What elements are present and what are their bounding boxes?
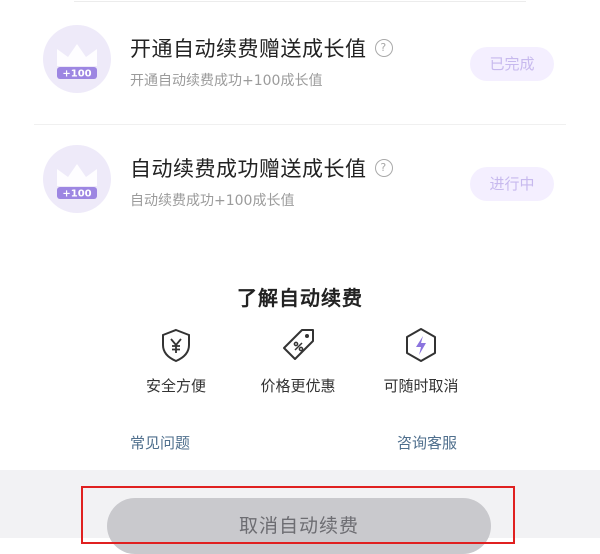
crown-badge-icon: +100	[43, 25, 111, 93]
status-badge-in-progress: 进行中	[470, 167, 554, 201]
task-row-auto-renew-success: +100 自动续费成功赠送成长值 ? 自动续费成功+100成长值 进行中	[34, 123, 566, 241]
shield-yen-icon	[162, 328, 190, 363]
highlight-box	[81, 486, 515, 544]
price-tag-icon	[283, 329, 314, 360]
customer-service-link[interactable]: 咨询客服	[397, 432, 457, 453]
badge-value: +100	[62, 189, 91, 200]
task-title: 开通自动续费赠送成长值 ?	[130, 33, 393, 63]
lightning-hexagon-icon	[406, 328, 436, 362]
divider	[74, 1, 526, 2]
feature-label: 可随时取消	[383, 377, 459, 395]
task-title-text: 开通自动续费赠送成长值	[130, 37, 367, 61]
feature-label: 安全方便	[145, 377, 206, 395]
task-row-open-auto-renew: +100 开通自动续费赠送成长值 ? 开通自动续费成功+100成长值 已完成	[34, 3, 566, 125]
help-icon[interactable]: ?	[374, 39, 393, 57]
about-title: 了解自动续费	[237, 286, 363, 310]
task-subtitle: 开通自动续费成功+100成长值	[130, 73, 323, 89]
task-title: 自动续费成功赠送成长值 ?	[130, 153, 393, 183]
feature-label: 价格更优惠	[260, 377, 336, 395]
feature-price: 价格更优惠	[228, 327, 368, 396]
task-card: +100 开通自动续费赠送成长值 ? 开通自动续费成功+100成长值 已完成 +…	[34, 0, 566, 242]
faq-link[interactable]: 常见问题	[130, 432, 190, 453]
crown-badge-icon: +100	[43, 145, 111, 213]
status-badge-completed: 已完成	[470, 47, 554, 81]
badge-value: +100	[62, 69, 91, 80]
task-subtitle: 自动续费成功+100成长值	[130, 193, 295, 209]
feature-cancel-anytime: 可随时取消	[351, 327, 491, 396]
feature-safe: 安全方便	[106, 327, 246, 396]
task-title-text: 自动续费成功赠送成长值	[130, 157, 367, 181]
help-icon[interactable]: ?	[374, 159, 393, 177]
